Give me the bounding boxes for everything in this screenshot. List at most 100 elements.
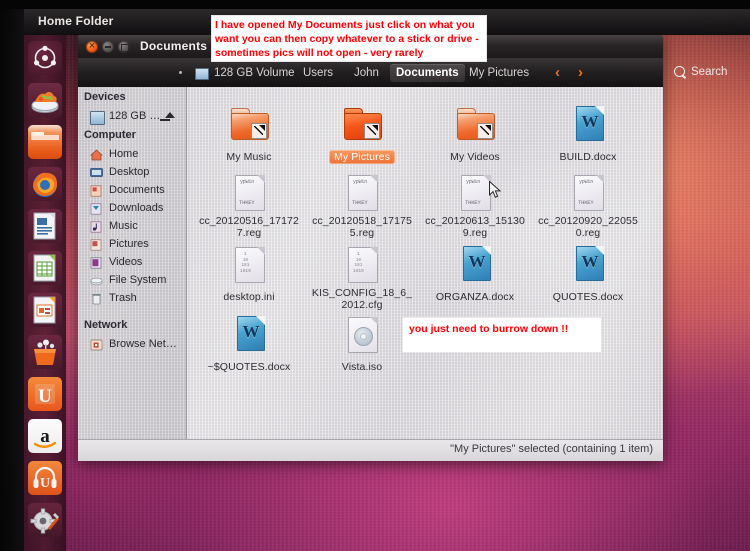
svg-text:a: a (40, 426, 50, 447)
file-name: My Music (226, 151, 272, 163)
registry-file-icon: ypWin THKEY (461, 175, 491, 211)
window-title: Documents (140, 39, 208, 53)
launcher-item-amazon[interactable]: a (28, 419, 62, 453)
file-item[interactable]: ypWin THKEY cc_20120518_171755.reg (308, 173, 416, 241)
places-sidebar[interactable]: Devices 128 GB … Computer Home Desktop D… (78, 87, 187, 461)
file-item[interactable]: My Videos (421, 105, 529, 165)
libreoffice-writer-icon (28, 209, 62, 243)
libreoffice-calc-icon (28, 251, 62, 285)
ubuntu-dash-icon (28, 41, 62, 75)
system-settings-icon (28, 503, 62, 537)
window-close-button[interactable] (86, 38, 98, 54)
network-icon (90, 339, 103, 351)
file-item[interactable]: W BUILD.docx (534, 105, 642, 165)
ubuntu-one-icon: U (28, 377, 62, 411)
file-item[interactable]: W QUOTES.docx (534, 245, 642, 305)
file-name: cc_20120613_151309.reg (425, 215, 525, 239)
sidebar-item-label: 128 GB … (109, 110, 161, 122)
file-name: Vista.iso (341, 361, 383, 373)
icon-container: W (195, 315, 303, 357)
registry-file-icon: ypWin THKEY (235, 175, 265, 211)
launcher-item-files-disk[interactable] (28, 83, 62, 117)
file-name: ~$QUOTES.docx (207, 361, 291, 373)
mouse-cursor (489, 180, 503, 201)
launcher-item-libreoffice-impress[interactable] (28, 293, 62, 327)
pathbar[interactable]: 128 GB Volume Users John Documents My Pi… (78, 58, 727, 87)
breadcrumb-john[interactable]: John (348, 64, 385, 82)
ini-file-icon: 1 10 101 1010 (348, 247, 378, 283)
eject-icon[interactable] (165, 112, 175, 118)
svg-text:U: U (38, 386, 52, 407)
icon-container: W (534, 245, 642, 287)
documents-icon (90, 185, 103, 197)
file-list-view[interactable]: My Music My Pictures My Videos W BUILD.d… (187, 87, 663, 461)
svg-text:U: U (40, 476, 50, 491)
back-arrow-icon[interactable]: ‹ (555, 65, 560, 80)
icon-container: ypWin THKEY (421, 173, 529, 215)
launcher-item-libreoffice-writer[interactable] (28, 209, 62, 243)
word-document-icon: W (576, 246, 604, 281)
sidebar-header-pad (78, 58, 186, 87)
eject-icon-bar[interactable] (160, 119, 170, 121)
shortcut-overlay-icon (477, 123, 493, 139)
sidebar-item-label: Music (109, 220, 138, 232)
search-icon[interactable] (674, 66, 685, 77)
nautilus-folder-icon (28, 125, 62, 159)
breadcrumb-users[interactable]: Users (297, 64, 339, 82)
launcher-item-dash[interactable] (28, 41, 62, 75)
launcher-item-ubuntu-one[interactable]: U (28, 377, 62, 411)
window-maximize-button[interactable] (118, 41, 130, 53)
sidebar-item-label: File System (109, 274, 167, 286)
downloads-icon (90, 203, 103, 215)
unity-launcher[interactable]: U a U (24, 35, 66, 551)
file-name: QUOTES.docx (552, 291, 624, 303)
nautilus-window[interactable]: Documents 128 GB Volume Users John Docum… (78, 33, 727, 461)
file-name: desktop.ini (223, 291, 275, 303)
breadcrumb-my-pictures[interactable]: My Pictures (463, 64, 535, 82)
sidebar-item-label: Pictures (109, 238, 149, 250)
drive-icon (90, 111, 105, 125)
annotation-note-top: I have opened My Documents just click on… (211, 15, 487, 62)
file-item[interactable]: ypWin THKEY cc_20120920_220550.reg (534, 173, 642, 241)
search-button[interactable]: Search (691, 66, 727, 78)
launcher-item-nautilus[interactable] (28, 125, 62, 159)
ini-file-icon: 1 10 101 1010 (235, 247, 265, 283)
launcher-item-ubuntu-one-music[interactable]: U (28, 461, 62, 495)
window-minimize-button[interactable] (102, 41, 114, 53)
breadcrumb-volume[interactable]: 128 GB Volume (208, 64, 301, 82)
screen-bezel-top (0, 0, 750, 9)
launcher-item-software-center[interactable] (28, 335, 62, 369)
icon-container: W (534, 105, 642, 147)
file-name: My Videos (450, 151, 500, 163)
icon-container: 1 10 101 1010 (308, 245, 416, 287)
icon-container: W (421, 245, 529, 287)
sidebar-heading-network: Network (84, 319, 128, 331)
launcher-item-system-settings[interactable] (28, 503, 62, 537)
registry-file-icon: ypWin THKEY (348, 175, 378, 211)
file-item[interactable]: My Pictures (308, 105, 416, 165)
file-item[interactable]: W ORGANZA.docx (421, 245, 529, 305)
launcher-item-firefox[interactable] (28, 167, 62, 201)
annotation-note-bottom: you just need to burrow down !! (402, 317, 602, 353)
file-item[interactable]: ypWin THKEY cc_20120516_171727.reg (195, 173, 303, 241)
file-item[interactable]: W ~$QUOTES.docx (195, 315, 303, 375)
file-name: cc_20120516_171727.reg (199, 215, 299, 239)
folder-shortcut-icon (231, 108, 269, 140)
icon-container: ypWin THKEY (195, 173, 303, 215)
status-bar: "My Pictures" selected (containing 1 ite… (78, 439, 663, 461)
sidebar-item-label: Desktop (109, 166, 150, 178)
breadcrumb-documents[interactable]: Documents (390, 64, 465, 82)
file-item[interactable]: ypWin THKEY cc_20120613_151309.reg (421, 173, 529, 241)
launcher-item-libreoffice-calc[interactable] (28, 251, 62, 285)
icon-container (421, 105, 529, 147)
file-item[interactable]: 1 10 101 1010 desktop.ini (195, 245, 303, 305)
file-item[interactable]: Vista.iso (308, 315, 416, 375)
sidebar-item-label: Videos (109, 256, 143, 268)
shortcut-overlay-icon (251, 123, 267, 139)
file-name: ORGANZA.docx (435, 291, 515, 303)
file-item[interactable]: 1 10 101 1010 KIS_CONFIG_18_6_2012.cfg (308, 245, 416, 313)
file-item[interactable]: My Music (195, 105, 303, 165)
forward-arrow-icon[interactable]: › (578, 65, 583, 80)
sidebar-heading-devices: Devices (84, 91, 126, 103)
status-text: "My Pictures" selected (containing 1 ite… (450, 443, 653, 455)
